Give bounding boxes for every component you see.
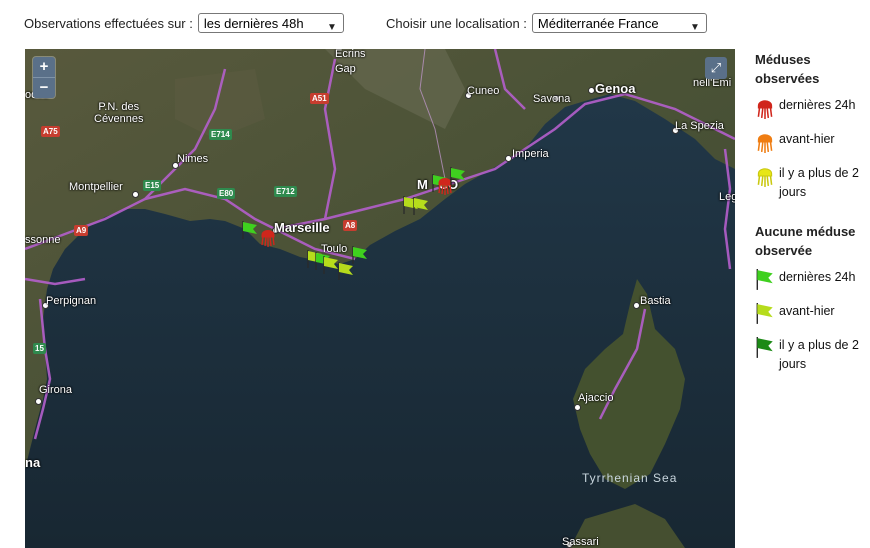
legend-label: dernières 24h: [779, 270, 856, 284]
legend-label: il y a plus de 2 jours: [779, 338, 859, 371]
location-filter: Choisir une localisation : Méditerranée …: [386, 13, 707, 33]
legend-jelly-24h: dernières 24h: [755, 96, 867, 119]
location-label: Choisir une localisation :: [386, 15, 527, 31]
legend-jelly-avant-hier: avant-hier: [755, 130, 867, 153]
flag-marker[interactable]: [323, 255, 339, 275]
legend-label: avant-hier: [779, 304, 835, 318]
legend-none-title: Aucune méduse observée: [755, 224, 856, 258]
zoom-control: + −: [33, 57, 55, 98]
chevron-down-icon: ▼: [326, 22, 337, 33]
location-select-value: Méditerranée France: [537, 16, 659, 31]
legend: Méduses observées dernières 24h avant-hi…: [755, 50, 867, 385]
jellyfish-yellow-icon: [757, 168, 773, 187]
jelly-marker[interactable]: [438, 177, 452, 196]
chevron-down-icon: ▼: [690, 22, 700, 33]
period-filter: Observations effectuées sur : les derniè…: [24, 13, 344, 33]
legend-flag-avant-hier: avant-hier: [755, 302, 867, 325]
flag-marker[interactable]: [450, 166, 466, 186]
fullscreen-icon: ⤢: [710, 60, 722, 75]
flag-yellowgreen-icon: [756, 303, 773, 324]
flag-marker[interactable]: [413, 196, 429, 216]
observation-markers: [242, 166, 466, 281]
flag-marker[interactable]: [338, 261, 354, 281]
period-label: Observations effectuées sur :: [24, 15, 193, 31]
legend-label: il y a plus de 2 jours: [779, 166, 859, 199]
fullscreen-button[interactable]: ⤢: [705, 57, 727, 79]
legend-flag-24h: dernières 24h: [755, 268, 867, 291]
legend-jelly-title: Méduses observées: [755, 52, 820, 86]
legend-label: avant-hier: [779, 132, 835, 146]
jellyfish-red-icon: [757, 100, 773, 119]
jellyfish-orange-icon: [757, 134, 773, 153]
legend-jelly-older: il y a plus de 2 jours: [755, 164, 867, 202]
flag-darkgreen-icon: [756, 337, 773, 358]
location-select[interactable]: Méditerranée France ▼: [531, 13, 707, 33]
map-view[interactable]: Écrins Gap Cuneo Savona Genoa P.N. des C…: [25, 49, 735, 548]
zoom-out-button[interactable]: −: [33, 77, 55, 98]
zoom-in-button[interactable]: +: [33, 57, 55, 77]
flag-marker[interactable]: [242, 220, 258, 240]
jelly-marker[interactable]: [261, 229, 275, 248]
flag-marker[interactable]: [352, 245, 368, 265]
legend-label: dernières 24h: [779, 98, 856, 112]
period-select[interactable]: les dernières 48h ▼: [197, 13, 344, 33]
period-select-value: les dernières 48h: [203, 16, 304, 31]
flag-lightgreen-icon: [756, 269, 773, 290]
legend-flag-older: il y a plus de 2 jours: [755, 336, 867, 374]
